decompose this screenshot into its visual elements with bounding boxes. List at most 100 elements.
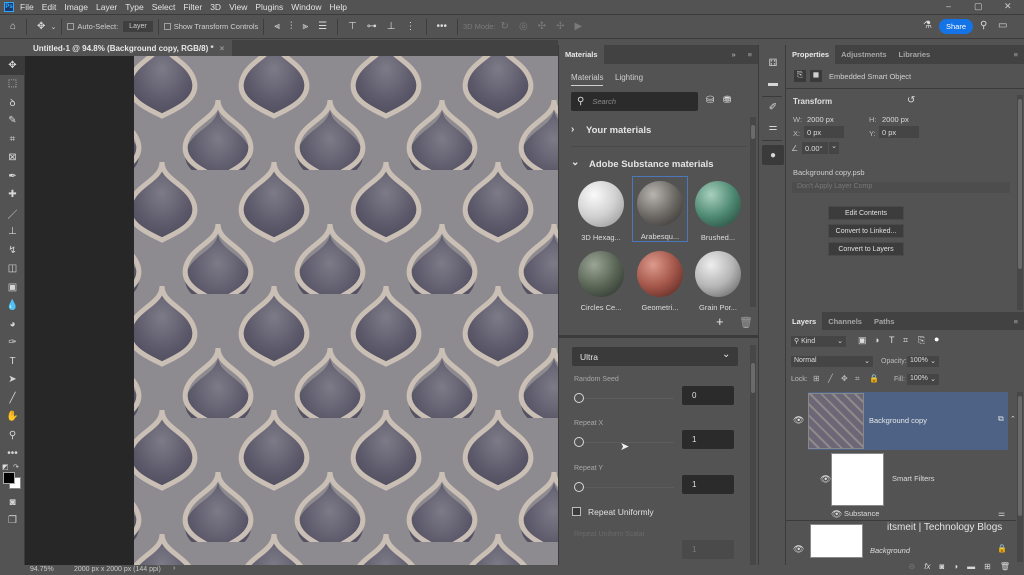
layer-filter-kind-dropdown[interactable]: ⚲ Kind ⌄ xyxy=(791,336,846,347)
fill-input[interactable]: 100% ⌄ xyxy=(907,374,939,385)
add-icon[interactable]: + xyxy=(716,314,724,329)
dodge-tool[interactable]: ◕ xyxy=(0,315,25,334)
foreground-color-swatch[interactable] xyxy=(3,472,15,484)
angle-dropdown[interactable]: ⌄ xyxy=(829,142,839,154)
import-material-icon[interactable]: ⛁ xyxy=(706,95,714,106)
lock-pixels-icon[interactable]: ╱ xyxy=(828,374,833,383)
stamp-tool[interactable]: ⊥ xyxy=(0,223,25,242)
repeat-x-input[interactable]: 1 xyxy=(682,430,734,449)
quick-select-tool[interactable]: ✎ xyxy=(0,112,25,131)
history-panel-icon[interactable]: ⚃ xyxy=(759,53,787,73)
filter-shape-icon[interactable]: ⌗ xyxy=(903,335,908,346)
materials-scrollbar[interactable] xyxy=(750,117,756,307)
crop-tool[interactable]: ⌗ xyxy=(0,130,25,149)
show-transform-checkbox[interactable] xyxy=(163,23,171,30)
quick-mask-icon[interactable]: ◙ xyxy=(0,493,25,512)
share-button[interactable]: Share xyxy=(939,19,973,34)
eraser-tool[interactable]: ◫ xyxy=(0,260,25,279)
menu-image[interactable]: Image xyxy=(64,2,88,12)
filter-smart-object-icon[interactable]: ⎘ xyxy=(918,335,925,346)
eye-icon[interactable]: 👁 xyxy=(831,509,842,520)
filter-adjustment-icon[interactable]: ◑ xyxy=(874,335,879,345)
restore-button[interactable]: ▢ xyxy=(974,1,983,12)
move-tool[interactable]: ✥ xyxy=(0,56,25,75)
blend-mode-dropdown[interactable]: Normal ⌄ xyxy=(791,356,873,367)
minimize-button[interactable]: – xyxy=(946,1,951,11)
smart-filter-indicator-icon[interactable]: ⧉ xyxy=(998,414,1004,424)
eyedropper-tool[interactable]: ✒ xyxy=(0,167,25,186)
fx-icon[interactable]: fx xyxy=(924,562,930,575)
tab-properties[interactable]: Properties xyxy=(786,45,836,64)
opacity-input[interactable]: 100% ⌄ xyxy=(907,356,939,367)
menu-type[interactable]: Type xyxy=(125,2,143,12)
lasso-tool[interactable]: ꝺ xyxy=(0,93,25,112)
auto-select-dropdown[interactable]: Layer xyxy=(123,21,153,32)
align-top-icon[interactable]: ⊤ xyxy=(348,21,357,32)
zoom-tool[interactable]: ⚲ xyxy=(0,426,25,445)
close-tab-icon[interactable]: × xyxy=(220,44,225,53)
adjustments-sliders-icon[interactable]: ⚌ xyxy=(759,117,787,137)
menu-3d[interactable]: 3D xyxy=(210,2,221,12)
history-brush-tool[interactable]: ↯ xyxy=(0,241,25,260)
line-tool[interactable]: ╱ xyxy=(0,389,25,408)
hand-tool[interactable]: ✋ xyxy=(0,408,25,427)
distribute-icon[interactable]: ☰ xyxy=(318,21,327,32)
layers-scrollbar[interactable] xyxy=(1017,392,1023,562)
align-right-icon[interactable]: ⫸ xyxy=(302,21,308,32)
gradient-tool[interactable]: ▣ xyxy=(0,278,25,297)
zoom-level[interactable]: 94.75% xyxy=(30,566,54,573)
lock-position-icon[interactable]: ✥ xyxy=(841,374,848,383)
new-layer-icon[interactable]: ⊞ xyxy=(984,562,991,575)
menu-edit[interactable]: Edit xyxy=(42,2,57,12)
filter-options-icon[interactable]: ⚌ xyxy=(998,509,1005,518)
pen-tool[interactable]: ✑ xyxy=(0,334,25,353)
move-tool-icon[interactable]: ✥ xyxy=(37,21,45,32)
adjustment-layer-icon[interactable]: ◑ xyxy=(953,562,958,575)
default-colors-icon[interactable]: ◩ xyxy=(2,463,9,471)
convert-to-linked-button[interactable]: Convert to Linked... xyxy=(828,224,904,238)
status-expand-icon[interactable]: › xyxy=(173,565,175,572)
add-material-icon[interactable]: ⛃ xyxy=(723,95,731,106)
tab-adjustments[interactable]: Adjustments xyxy=(835,45,892,64)
menu-file[interactable]: File xyxy=(20,2,34,12)
subtab-materials[interactable]: Materials xyxy=(571,73,604,86)
material-circles-ceramic[interactable]: Circles Ce... xyxy=(573,247,629,313)
more-options-icon[interactable]: ••• xyxy=(437,21,448,32)
width-value[interactable]: 2000 px xyxy=(807,115,834,124)
height-value[interactable]: 2000 px xyxy=(882,115,909,124)
comments-panel-icon[interactable]: ▬ xyxy=(759,73,787,93)
panel-menu-icon[interactable]: ≡ xyxy=(1008,312,1024,330)
path-select-tool[interactable]: ➤ xyxy=(0,371,25,390)
chevron-down-icon[interactable]: ⌄ xyxy=(50,23,56,31)
collapse-panel-icon[interactable]: » xyxy=(725,45,741,64)
filter-type-icon[interactable]: T xyxy=(889,335,895,345)
more-tools[interactable]: ••• xyxy=(0,445,25,464)
eye-icon[interactable]: 👁 xyxy=(793,544,804,555)
tab-layers[interactable]: Layers xyxy=(786,312,823,330)
document-info[interactable]: 2000 px x 2000 px (144 ppi) xyxy=(74,566,161,573)
flask-icon[interactable]: ⚗ xyxy=(923,20,932,31)
repeat-y-slider[interactable] xyxy=(574,481,674,493)
blur-tool[interactable]: 💧 xyxy=(0,297,25,316)
substance-filter-label[interactable]: Substance xyxy=(844,509,879,518)
material-brushed[interactable]: Brushed... xyxy=(690,177,746,243)
menu-plugins[interactable]: Plugins xyxy=(255,2,283,12)
repeat-uniformly-checkbox[interactable] xyxy=(572,507,581,516)
panel-menu-icon[interactable]: ≡ xyxy=(1008,45,1024,64)
type-tool[interactable]: T xyxy=(0,352,25,371)
add-mask-icon[interactable]: ◙ xyxy=(939,562,944,575)
healing-tool[interactable]: ✚ xyxy=(0,186,25,205)
subtab-lighting[interactable]: Lighting xyxy=(615,73,643,82)
lock-transparent-icon[interactable]: ⊞ xyxy=(813,374,820,383)
align-center-icon[interactable]: ⫶ xyxy=(290,21,293,32)
document-tab[interactable]: Untitled-1 @ 94.8% (Background copy, RGB… xyxy=(25,40,233,56)
frame-tool[interactable]: ⊠ xyxy=(0,149,25,168)
swap-colors-icon[interactable]: ↷ xyxy=(13,463,19,471)
repeat-y-input[interactable]: 1 xyxy=(682,475,734,494)
lock-artboard-icon[interactable]: ⌗ xyxy=(855,374,860,384)
background-layer-thumbnail[interactable] xyxy=(810,524,863,558)
properties-scrollbar[interactable] xyxy=(1017,95,1023,310)
layer-row-background-copy[interactable]: Background copy ⧉ xyxy=(808,392,1008,450)
filter-pixel-icon[interactable]: ▣ xyxy=(858,335,867,346)
random-seed-slider[interactable] xyxy=(574,392,674,404)
